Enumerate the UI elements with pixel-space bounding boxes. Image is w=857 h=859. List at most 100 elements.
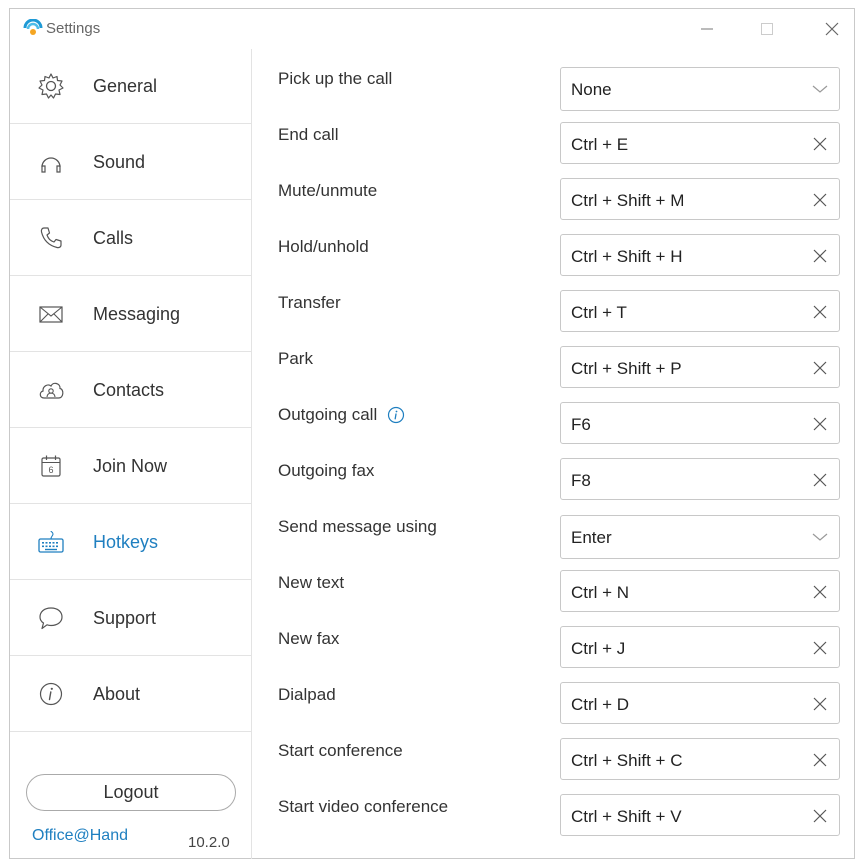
- clear-icon[interactable]: [809, 637, 831, 659]
- sidebar-item-support[interactable]: Support: [10, 581, 251, 656]
- hotkey-label: End call: [278, 125, 338, 145]
- sidebar-item-general[interactable]: General: [10, 49, 251, 124]
- sidebar-item-label: Hotkeys: [93, 531, 159, 552]
- hotkey-label-text: Park: [278, 349, 313, 368]
- hotkey-label: Dialpad: [278, 685, 336, 705]
- hotkey-label-text: Pick up the call: [278, 69, 393, 88]
- chevron-down-icon[interactable]: [809, 526, 831, 548]
- hotkey-label-text: End call: [278, 125, 339, 144]
- hotkey-label-text: Outgoing call: [278, 405, 378, 424]
- clear-icon[interactable]: [809, 581, 831, 603]
- hotkey-input[interactable]: Ctrl + Shift + C: [560, 738, 840, 780]
- hotkey-input[interactable]: Ctrl + E: [560, 122, 840, 164]
- hotkey-input[interactable]: Ctrl + Shift + P: [560, 346, 840, 388]
- hotkey-row-start-video-conference: Start video conference Ctrl + Shift + V: [253, 777, 855, 836]
- hotkey-label: Send message using: [278, 517, 437, 537]
- hotkey-label-text: Send message using: [278, 517, 437, 536]
- clear-icon[interactable]: [809, 693, 831, 715]
- hotkey-label-text: New text: [278, 573, 345, 592]
- clear-icon[interactable]: [809, 805, 831, 827]
- sidebar-item-calls[interactable]: Calls: [10, 201, 251, 276]
- hotkey-value: Ctrl + Shift + V: [571, 807, 682, 826]
- office-at-hand-logo-icon: [23, 19, 43, 35]
- hotkey-value: Enter: [571, 528, 612, 547]
- info-icon[interactable]: [387, 406, 405, 424]
- hotkey-input[interactable]: F8: [560, 458, 840, 500]
- settings-sidebar: General Sound Calls Messaging Contacts 6…: [10, 49, 252, 859]
- phone-icon: [35, 222, 67, 254]
- hotkey-value: F8: [571, 471, 591, 490]
- hotkey-value: Ctrl + J: [571, 639, 626, 658]
- hotkey-value: Ctrl + T: [571, 303, 627, 322]
- hotkey-label-text: Start video conference: [278, 797, 449, 816]
- clear-icon[interactable]: [809, 413, 831, 435]
- hotkey-label-text: Mute/unmute: [278, 181, 378, 200]
- hotkey-label: Start conference: [278, 741, 403, 761]
- sidebar-item-join-now[interactable]: 6 Join Now: [10, 429, 251, 504]
- sidebar-item-messaging[interactable]: Messaging: [10, 277, 251, 352]
- clear-icon[interactable]: [809, 301, 831, 323]
- minimize-button[interactable]: [690, 15, 724, 43]
- sidebar-item-label: Sound: [93, 151, 146, 172]
- sidebar-item-about[interactable]: About: [10, 657, 251, 732]
- hotkey-row-end-call: End call Ctrl + E: [253, 105, 855, 164]
- hotkey-label-text: Outgoing fax: [278, 461, 375, 480]
- hotkey-input[interactable]: F6: [560, 402, 840, 444]
- clear-icon[interactable]: [809, 357, 831, 379]
- hotkey-row-hold-unhold: Hold/unhold Ctrl + Shift + H: [253, 217, 855, 276]
- hotkey-row-park: Park Ctrl + Shift + P: [253, 329, 855, 388]
- chat-bubble-icon: [35, 602, 67, 634]
- clear-icon[interactable]: [809, 749, 831, 771]
- sidebar-item-hotkeys[interactable]: Hotkeys: [10, 505, 251, 580]
- hotkey-input[interactable]: Ctrl + T: [560, 290, 840, 332]
- sidebar-item-label: Support: [93, 607, 157, 628]
- hotkey-row-outgoing-fax: Outgoing fax F8: [253, 441, 855, 500]
- hotkey-input[interactable]: Ctrl + N: [560, 570, 840, 612]
- hotkey-value: Ctrl + D: [571, 695, 630, 714]
- window-title: Settings: [46, 20, 101, 37]
- calendar-day-text: 6: [48, 465, 53, 475]
- sidebar-item-label: General: [93, 75, 158, 96]
- sidebar-item-sound[interactable]: Sound: [10, 125, 251, 200]
- hotkey-input[interactable]: Ctrl + D: [560, 682, 840, 724]
- sidebar-item-label: Calls: [93, 227, 134, 248]
- hotkey-label: New text: [278, 573, 344, 593]
- clear-icon[interactable]: [809, 245, 831, 267]
- hotkey-label-text: Dialpad: [278, 685, 336, 704]
- hotkey-input[interactable]: Ctrl + Shift + V: [560, 794, 840, 836]
- hotkey-label: Outgoing call: [278, 405, 405, 425]
- hotkey-value: Ctrl + Shift + P: [571, 359, 682, 378]
- hotkey-value: Ctrl + Shift + M: [571, 191, 685, 210]
- gear-icon: [35, 70, 67, 102]
- app-version: 10.2.0: [188, 834, 230, 851]
- sidebar-item-contacts[interactable]: Contacts: [10, 353, 251, 428]
- hotkey-label: Mute/unmute: [278, 181, 377, 201]
- minimize-icon: [701, 28, 713, 30]
- clear-icon[interactable]: [809, 189, 831, 211]
- maximize-icon: [761, 23, 773, 35]
- info-icon: [35, 678, 67, 710]
- logout-button[interactable]: Logout: [26, 774, 236, 811]
- hotkey-row-dialpad: Dialpad Ctrl + D: [253, 665, 855, 724]
- sidebar-item-label: Messaging: [93, 303, 181, 324]
- hotkey-input[interactable]: Ctrl + Shift + H: [560, 234, 840, 276]
- calendar-icon: 6: [35, 450, 67, 482]
- clear-icon[interactable]: [809, 469, 831, 491]
- headphones-icon: [35, 146, 67, 178]
- hotkey-label-text: Transfer: [278, 293, 341, 312]
- hotkey-label: Transfer: [278, 293, 341, 313]
- chevron-down-icon[interactable]: [809, 78, 831, 100]
- close-icon: [825, 22, 839, 36]
- maximize-button[interactable]: [750, 15, 784, 43]
- hotkey-input[interactable]: Ctrl + Shift + M: [560, 178, 840, 220]
- hotkey-label: New fax: [278, 629, 339, 649]
- hotkey-label: Hold/unhold: [278, 237, 369, 257]
- hotkey-row-new-fax: New fax Ctrl + J: [253, 609, 855, 668]
- hotkey-label-text: Start conference: [278, 741, 403, 760]
- clear-icon[interactable]: [809, 133, 831, 155]
- envelope-icon: [35, 298, 67, 330]
- sidebar-item-label: Contacts: [93, 379, 165, 400]
- hotkey-label-text: Hold/unhold: [278, 237, 369, 256]
- hotkey-input[interactable]: Ctrl + J: [560, 626, 840, 668]
- close-window-button[interactable]: [815, 15, 849, 43]
